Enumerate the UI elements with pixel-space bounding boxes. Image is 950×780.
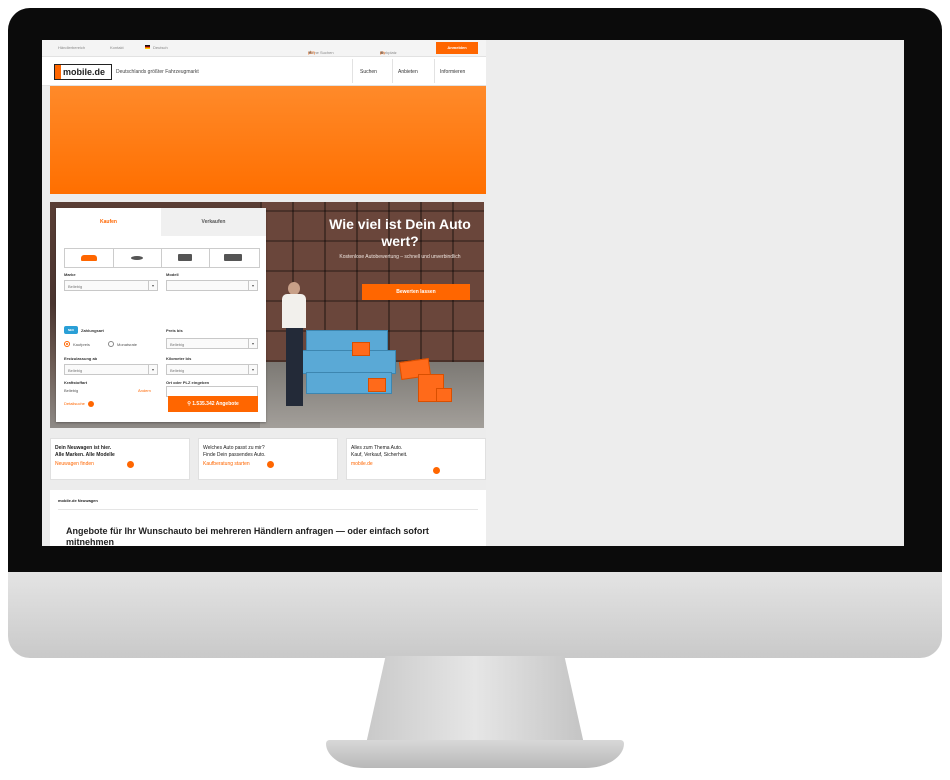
orange-box-image: [352, 342, 370, 356]
vehicle-car-option[interactable]: [65, 249, 114, 267]
web-page: Händlerbereich Kontakt Deutsch ★ Meine S…: [42, 40, 486, 546]
contact-link[interactable]: Kontakt: [110, 45, 124, 50]
nav-divider: [434, 59, 435, 83]
chevron-down-icon: ▾: [148, 365, 157, 374]
parked-count: (0): [380, 50, 385, 55]
magazine-link[interactable]: mobile.de: [351, 461, 373, 467]
empty-page-area: [486, 40, 904, 546]
car-icon: [81, 255, 97, 261]
model-select[interactable]: ▾: [166, 280, 258, 291]
tab-sell[interactable]: Verkaufen: [161, 208, 266, 236]
chevron-down-icon: ▾: [248, 281, 257, 290]
arrow-icon: [127, 461, 134, 468]
utility-bar: Händlerbereich Kontakt Deutsch ★ Meine S…: [42, 40, 486, 57]
valuation-button[interactable]: Bewerten lassen: [362, 284, 470, 300]
dealer-area-link[interactable]: Händlerbereich: [58, 45, 85, 50]
payment-price-label: Kaufpreis: [73, 342, 90, 347]
nav-divider: [392, 59, 393, 83]
site-tagline: Deutschlands größter Fahrzeugmarkt: [116, 69, 199, 75]
mileage-label: Kilometer bis: [166, 356, 192, 361]
chevron-down-icon: ▾: [148, 281, 157, 290]
price-select[interactable]: Beliebig ▾: [166, 338, 258, 349]
monitor-chin: [8, 572, 942, 658]
neuwagen-section: mobile.de Neuwagen Angebote für Ihr Wuns…: [50, 490, 486, 546]
info-card-magazine[interactable]: Alles zum Thema Auto. Kauf, Verkauf, Sic…: [346, 438, 486, 480]
monitor-stand-base: [326, 740, 624, 768]
promo-text: Kostenlose Autobewertung – schnell und u…: [339, 254, 461, 260]
info-card-advice[interactable]: Welches Auto passt zu mir? Finde Dein pa…: [198, 438, 338, 480]
ad-banner[interactable]: [50, 86, 486, 194]
language-selector[interactable]: Deutsch: [153, 45, 168, 50]
arrow-icon: [267, 461, 274, 468]
fuel-change-link[interactable]: Ändern: [138, 388, 151, 393]
new-badge: NEU: [64, 326, 78, 334]
search-panel: Kaufen Verkaufen Marke Beliebig ▾ Modell…: [56, 208, 266, 422]
section-headline: Angebote für Ihr Wunschauto bei mehreren…: [66, 526, 429, 546]
person-image: [286, 328, 303, 406]
promo-title: Wie viel ist Dein Auto wert?: [329, 216, 471, 249]
registration-label: Erstzulassung ab: [64, 356, 98, 361]
new-cars-link[interactable]: Neuwagen finden: [55, 461, 94, 467]
search-button[interactable]: ⚲ 1.535.342 Angebote: [168, 396, 258, 412]
monitor-stand: [366, 656, 584, 744]
orange-box-image: [368, 378, 386, 392]
vehicle-van-option[interactable]: [161, 249, 210, 267]
fuel-value: Beliebig: [64, 388, 79, 393]
make-label: Marke: [64, 272, 76, 277]
tab-buy[interactable]: Kaufen: [56, 208, 161, 236]
box-stack-image: [298, 350, 396, 374]
mileage-select[interactable]: Beliebig ▾: [166, 364, 258, 375]
section-divider: [58, 509, 478, 510]
screen: Händlerbereich Kontakt Deutsch ★ Meine S…: [42, 40, 904, 546]
registration-select[interactable]: Beliebig ▾: [64, 364, 158, 375]
location-label: Ort oder PLZ eingeben: [166, 380, 210, 385]
my-searches-count: (37): [308, 50, 316, 55]
orange-box-image: [436, 388, 452, 402]
info-card-new-cars[interactable]: Dein Neuwagen ist hier. Alle Marken. All…: [50, 438, 190, 480]
login-button[interactable]: Anmelden: [436, 42, 478, 54]
detail-search-link[interactable]: Detailsuche: [64, 401, 94, 407]
nav-search[interactable]: Suchen: [360, 69, 377, 75]
van-icon: [178, 254, 192, 261]
payment-rate-label: Monatsrate: [117, 342, 138, 347]
vehicle-truck-option[interactable]: [209, 249, 259, 267]
vehicle-motorbike-option[interactable]: [113, 249, 162, 267]
advice-link[interactable]: Kaufberatung starten: [203, 461, 250, 467]
nav-offer[interactable]: Anbieten: [398, 69, 418, 75]
section-label: mobile.de Neuwagen: [58, 498, 98, 503]
chevron-down-icon: ▾: [248, 365, 257, 374]
truck-icon: [224, 254, 242, 261]
arrow-icon: [433, 467, 440, 474]
fuel-label: Kraftstoffart: [64, 380, 88, 385]
vehicle-type-selector: [64, 248, 260, 268]
motorbike-icon: [131, 256, 143, 260]
make-select[interactable]: Beliebig ▾: [64, 280, 158, 291]
model-label: Modell: [166, 272, 179, 277]
chevron-down-icon: ▾: [248, 339, 257, 348]
payment-price-radio[interactable]: [64, 341, 70, 347]
payment-rate-radio[interactable]: [108, 341, 114, 347]
plus-icon: [87, 401, 94, 407]
nav-divider: [352, 59, 353, 83]
payment-label: Zahlungsart: [81, 328, 104, 333]
person-image: [282, 294, 306, 328]
mobile-de-logo[interactable]: mobile.de: [54, 64, 112, 80]
box-stack-image: [306, 330, 388, 352]
price-label: Preis bis: [166, 328, 183, 333]
logo-mark-icon: [55, 65, 61, 79]
german-flag-icon: [145, 45, 150, 49]
site-header: mobile.de Deutschlands größter Fahrzeugm…: [42, 57, 486, 86]
nav-inform[interactable]: Informieren: [440, 69, 465, 75]
